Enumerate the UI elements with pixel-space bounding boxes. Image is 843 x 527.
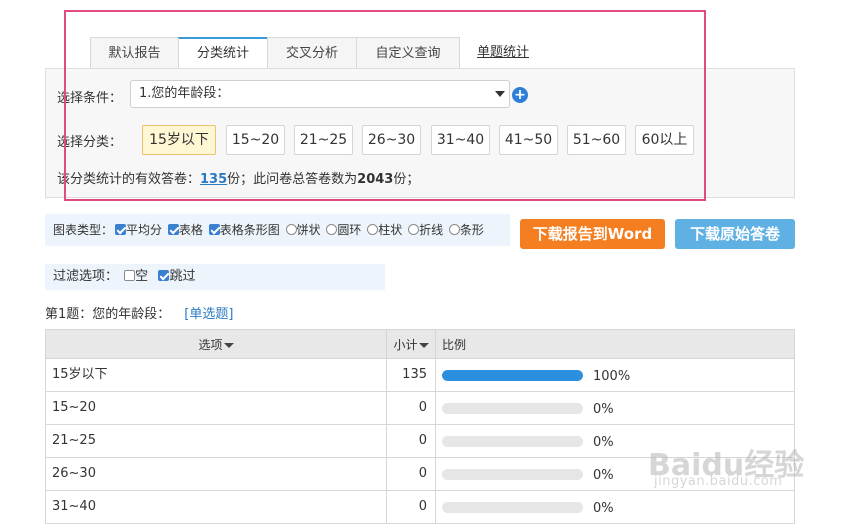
ratio-bar [442, 502, 583, 513]
row-percent: 100% [593, 369, 631, 384]
category-chip-21-25[interactable]: 21~25 [294, 125, 353, 155]
average-checkbox[interactable] [115, 224, 127, 235]
tab-default-report[interactable]: 默认报告 [90, 37, 179, 69]
info-middle: 份；此问卷总答卷数为 [227, 172, 358, 187]
pie-radio[interactable] [285, 224, 297, 235]
table-bar-label: 表格条形图 [219, 223, 280, 237]
category-chip-31-40[interactable]: 31~40 [431, 125, 490, 155]
row-option: 21~25 [52, 433, 96, 448]
skip-checkbox[interactable] [158, 270, 170, 281]
table-row: 21~25 0 0% [45, 425, 795, 458]
tab-single-question[interactable]: 单题统计 [466, 37, 540, 69]
donut-radio[interactable] [326, 224, 338, 235]
info-suffix: 份； [393, 172, 420, 187]
row-count: 0 [386, 425, 436, 457]
dropdown-arrow-icon [495, 91, 505, 97]
header-option[interactable]: 选项 [46, 330, 386, 360]
pie-label: 饼状 [296, 223, 321, 237]
total-count: 2043 [357, 172, 394, 187]
empty-checkbox[interactable] [124, 270, 136, 281]
category-chip-over-60[interactable]: 60以上 [635, 125, 694, 155]
row-percent: 0% [593, 402, 614, 417]
empty-label: 空 [135, 269, 149, 284]
question-text: 第1题：您的年龄段： [45, 307, 171, 322]
row-count: 135 [386, 359, 436, 391]
category-chip-51-60[interactable]: 51~60 [567, 125, 626, 155]
ratio-bar-fill [442, 370, 583, 381]
row-percent: 0% [593, 468, 614, 483]
chart-type-label: 图表类型： [53, 223, 114, 237]
header-count-label: 小计 [393, 338, 418, 352]
column-radio[interactable] [367, 224, 379, 235]
add-condition-icon[interactable]: + [512, 87, 528, 103]
table-bar-checkbox[interactable] [208, 224, 220, 235]
table-checkbox[interactable] [167, 224, 179, 235]
table-row: 15~20 0 0% [45, 392, 795, 425]
filter-label: 过滤选项： [53, 269, 119, 284]
info-prefix: 该分类统计的有效答卷： [57, 172, 201, 187]
header-count[interactable]: 小计 [386, 330, 436, 360]
row-percent: 0% [593, 501, 614, 516]
table-row: 26~30 0 0% [45, 458, 795, 491]
row-option: 15~20 [52, 400, 96, 415]
skip-label: 跳过 [169, 269, 196, 284]
row-percent: 0% [593, 435, 614, 450]
column-label: 柱状 [378, 223, 403, 237]
ratio-bar [442, 436, 583, 447]
download-raw-button[interactable]: 下载原始答卷 [675, 219, 795, 249]
category-label: 选择分类： [57, 135, 123, 150]
tab-category-stats[interactable]: 分类统计 [178, 37, 268, 70]
category-chip-15-20[interactable]: 15~20 [226, 125, 285, 155]
valid-count-link[interactable]: 135 [200, 172, 227, 187]
category-chip-26-30[interactable]: 26~30 [362, 125, 421, 155]
category-chip-41-50[interactable]: 41~50 [499, 125, 558, 155]
table-row: 15岁以下 135 100% [45, 359, 795, 392]
chart-type-bar: 图表类型： 平均分 表格 表格条形图 饼状 圆环 柱状 折线 条形 [45, 214, 510, 246]
line-radio[interactable] [408, 224, 420, 235]
tab-cross-analysis[interactable]: 交叉分析 [267, 37, 357, 69]
sort-icon [223, 343, 234, 348]
valid-answers-info: 该分类统计的有效答卷：135份；此问卷总答卷数为2043份； [57, 168, 419, 187]
table-label: 表格 [178, 223, 203, 237]
table-row: 31~40 0 0% [45, 491, 795, 524]
sort-icon [418, 343, 429, 348]
row-count: 0 [386, 491, 436, 523]
row-option: 15岁以下 [52, 367, 108, 382]
row-count: 0 [386, 458, 436, 490]
condition-label: 选择条件： [57, 91, 123, 106]
table-header: 选项 小计 比例 [45, 329, 795, 360]
question-title: 第1题：您的年龄段： [单选题] [45, 303, 233, 322]
row-option: 26~30 [52, 466, 96, 481]
condition-select-value: 1.您的年龄段： [139, 86, 230, 101]
row-count: 0 [386, 392, 436, 424]
header-option-label: 选项 [198, 338, 223, 352]
ratio-bar [442, 370, 583, 381]
row-option: 31~40 [52, 499, 96, 514]
ratio-bar [442, 469, 583, 480]
line-label: 折线 [419, 223, 444, 237]
download-word-button[interactable]: 下载报告到Word [520, 219, 665, 249]
donut-label: 圆环 [337, 223, 362, 237]
header-ratio: 比例 [442, 338, 467, 352]
average-label: 平均分 [126, 223, 163, 237]
bar-radio[interactable] [448, 224, 460, 235]
category-chip-under-15[interactable]: 15岁以下 [142, 125, 216, 155]
tab-custom-query[interactable]: 自定义查询 [356, 37, 460, 69]
filter-options-bar: 过滤选项： 空 跳过 [45, 264, 385, 290]
ratio-bar [442, 403, 583, 414]
bar-label: 条形 [459, 223, 484, 237]
question-type-link[interactable]: [单选题] [184, 307, 233, 322]
condition-select[interactable]: 1.您的年龄段： [130, 80, 510, 108]
